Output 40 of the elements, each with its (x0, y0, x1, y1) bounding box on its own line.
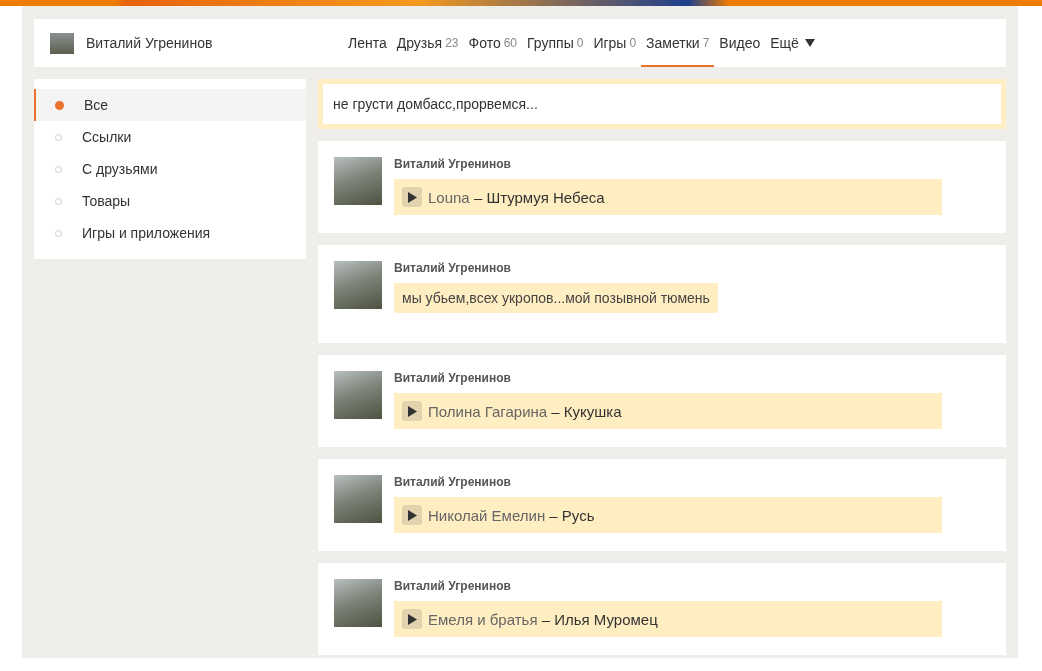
nav-tab[interactable]: Видео (714, 19, 766, 67)
profile-name[interactable]: Виталий Угренинов (86, 35, 213, 51)
nav-tab[interactable]: Ещё (765, 19, 820, 67)
play-icon (407, 613, 417, 625)
sidebar-item[interactable]: Все (34, 89, 306, 121)
avatar-photo-placeholder[interactable] (334, 157, 382, 205)
nav-tab[interactable]: Группы 0 (522, 19, 589, 67)
nav-tab[interactable]: Заметки 7 (641, 19, 715, 67)
post-author[interactable]: Виталий Угренинов (394, 579, 990, 593)
music-track[interactable]: Николай Емелин – Русь (394, 497, 942, 533)
play-button[interactable] (402, 187, 422, 207)
play-button[interactable] (402, 401, 422, 421)
post-author[interactable]: Виталий Угренинов (394, 157, 990, 171)
sidebar-item[interactable]: С друзьями (34, 153, 306, 185)
nav-tab[interactable]: Лента (343, 19, 392, 67)
nav-tab[interactable]: Друзья 23 (391, 19, 464, 67)
status-text: не грусти домбасс,прорвемся... (323, 84, 1001, 124)
sidebar-item[interactable]: Игры и приложения (34, 217, 306, 249)
music-track[interactable]: Емеля и братья – Илья Муромец (394, 601, 942, 637)
sidebar-item[interactable]: Товары (34, 185, 306, 217)
post-author[interactable]: Виталий Угренинов (394, 371, 990, 385)
sidebar-item[interactable]: Ссылки (34, 121, 306, 153)
post-author[interactable]: Виталий Угренинов (394, 261, 990, 275)
avatar-photo-placeholder[interactable] (334, 475, 382, 523)
avatar-photo-placeholder[interactable] (334, 261, 382, 309)
play-icon (407, 509, 417, 521)
play-button[interactable] (402, 609, 422, 629)
post-author[interactable]: Виталий Угренинов (394, 475, 990, 489)
play-button[interactable] (402, 505, 422, 525)
music-track[interactable]: Louna – Штурмуя Небеса (394, 179, 942, 215)
music-track[interactable]: Полина Гагарина – Кукушка (394, 393, 942, 429)
avatar-thumbnail[interactable] (50, 32, 74, 54)
nav-tab[interactable]: Игры 0 (588, 19, 642, 67)
caret-icon (804, 39, 815, 47)
nav-tab[interactable]: Фото 60 (463, 19, 523, 67)
avatar-photo-placeholder[interactable] (334, 579, 382, 627)
note-text: мы убьем,всех укропов...мой позывной тюмень (394, 283, 718, 313)
play-icon (407, 405, 417, 417)
play-icon (407, 191, 417, 203)
avatar-photo-placeholder[interactable] (334, 371, 382, 419)
